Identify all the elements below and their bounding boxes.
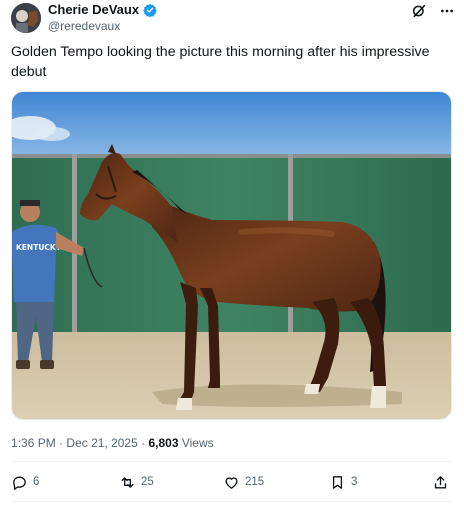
divider-bottom — [11, 501, 452, 502]
like-button[interactable]: 215 — [223, 470, 264, 494]
display-name[interactable]: Cherie DeVaux — [48, 2, 139, 18]
tweet-text: Golden Tempo looking the picture this mo… — [11, 44, 430, 80]
heart-icon — [225, 476, 238, 489]
post-time[interactable]: 1:36 PM — [11, 436, 56, 450]
tweet-photo[interactable]: KENTUCKY — [11, 91, 452, 420]
avatar[interactable] — [11, 3, 41, 33]
views-count: 6,803 — [148, 436, 179, 450]
views-label: Views — [181, 436, 214, 450]
like-count: 215 — [245, 476, 265, 488]
shirt-text: KENTUCKY — [16, 243, 62, 252]
repost-icon — [121, 476, 134, 488]
divider — [11, 461, 452, 462]
action-bar: 6 25 215 3 — [11, 470, 452, 494]
bookmark-count: 3 — [351, 476, 358, 488]
more-icon[interactable] — [438, 2, 456, 20]
reply-icon — [13, 476, 26, 490]
repost-button[interactable]: 25 — [119, 470, 154, 494]
handle[interactable]: @reredevaux — [48, 18, 157, 34]
meta-separator: · — [59, 436, 64, 450]
header-icons — [410, 2, 456, 20]
meta-separator-2: · — [141, 436, 146, 450]
post-meta: 1:36 PM · Dec 21, 2025 · 6,803 Views — [11, 435, 214, 451]
grok-icon[interactable] — [410, 2, 428, 20]
post-date[interactable]: Dec 21, 2025 — [66, 436, 137, 450]
bookmark-button[interactable]: 3 — [329, 470, 357, 494]
post: Cherie DeVaux @reredevaux Golden Tempo l… — [0, 0, 464, 508]
reply-count: 6 — [33, 476, 40, 488]
bookmark-icon — [332, 475, 343, 489]
author-block: Cherie DeVaux @reredevaux — [48, 2, 157, 34]
repost-count: 25 — [141, 476, 154, 488]
verified-badge-icon — [143, 3, 157, 18]
share-icon — [434, 475, 447, 488]
share-button[interactable] — [432, 470, 449, 494]
reply-button[interactable]: 6 — [11, 470, 39, 494]
